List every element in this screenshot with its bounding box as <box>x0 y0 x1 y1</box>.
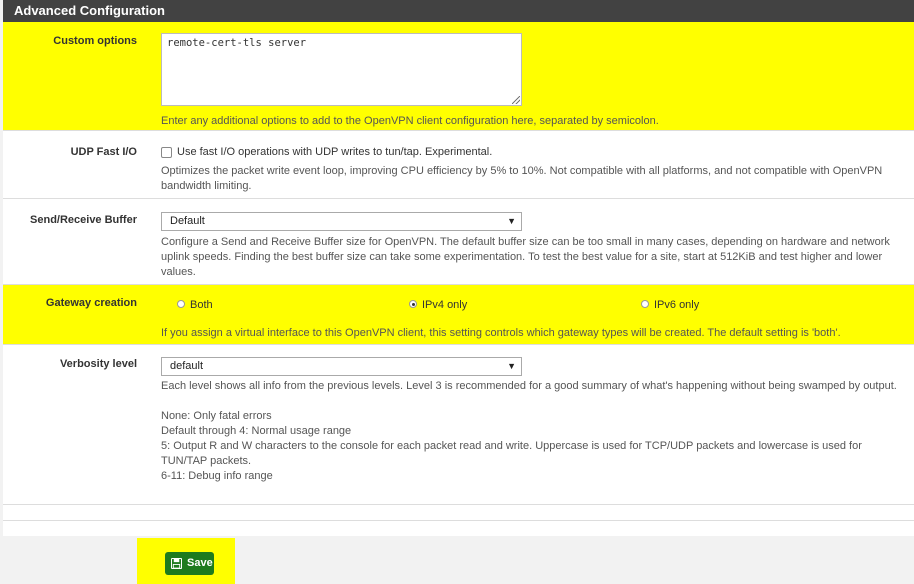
empty-row <box>3 505 914 521</box>
verbosity-select[interactable]: default ▼ <box>161 357 522 376</box>
verbosity-help-line: None: Only fatal errors <box>161 410 272 422</box>
verbosity-help-line: 6-11: Debug info range <box>161 470 273 482</box>
save-icon <box>171 558 182 569</box>
send-receive-buffer-value: Default <box>170 215 205 227</box>
gateway-ipv6-radio[interactable] <box>641 300 649 308</box>
panel-title: Advanced Configuration <box>3 0 914 22</box>
custom-options-label: Custom options <box>53 35 137 47</box>
custom-options-textarea[interactable]: remote-cert-tls server <box>161 33 522 106</box>
gateway-both-radio[interactable] <box>177 300 185 308</box>
custom-options-row: Custom options remote-cert-tls server En… <box>3 22 914 131</box>
resize-grip-icon[interactable] <box>512 96 520 104</box>
udp-fast-io-help: Optimizes the packet write event loop, i… <box>161 165 883 192</box>
gateway-ipv4-label[interactable]: IPv4 only <box>422 299 467 311</box>
advanced-configuration-panel: Advanced Configuration Custom options re… <box>3 0 914 536</box>
verbosity-help: Each level shows all info from the previ… <box>161 379 901 484</box>
send-receive-buffer-label: Send/Receive Buffer <box>30 214 137 226</box>
udp-fast-io-label: UDP Fast I/O <box>70 146 137 158</box>
save-area: Save <box>137 538 235 584</box>
verbosity-label: Verbosity level <box>59 358 137 370</box>
send-receive-buffer-row: Send/Receive Buffer Default ▼ Configure … <box>3 199 914 285</box>
save-button-label: Save <box>187 557 213 569</box>
udp-fast-io-checkbox-label[interactable]: Use fast I/O operations with UDP writes … <box>177 146 492 158</box>
udp-fast-io-row: UDP Fast I/O Use fast I/O operations wit… <box>3 131 914 199</box>
verbosity-help-line: 5: Output R and W characters to the cons… <box>161 440 862 467</box>
udp-fast-io-checkbox[interactable] <box>161 147 172 158</box>
gateway-creation-label: Gateway creation <box>45 297 137 309</box>
gateway-ipv6-label[interactable]: IPv6 only <box>654 299 699 311</box>
gateway-both-label[interactable]: Both <box>190 299 213 311</box>
gateway-creation-row: Gateway creation Both IPv4 only IPv6 onl… <box>3 285 914 345</box>
verbosity-help-spacer <box>161 394 901 409</box>
save-button[interactable]: Save <box>165 552 214 575</box>
send-receive-buffer-select[interactable]: Default ▼ <box>161 212 522 231</box>
send-receive-buffer-help: Configure a Send and Receive Buffer size… <box>161 236 890 278</box>
dropdown-arrow-icon: ▼ <box>507 216 516 226</box>
gateway-creation-help: If you assign a virtual interface to thi… <box>161 327 841 339</box>
custom-options-help: Enter any additional options to add to t… <box>161 115 659 127</box>
verbosity-row: Verbosity level default ▼ Each level sho… <box>3 345 914 505</box>
dropdown-arrow-icon: ▼ <box>507 361 516 371</box>
verbosity-value: default <box>170 360 204 372</box>
gateway-ipv4-radio[interactable] <box>409 300 417 308</box>
custom-options-value: remote-cert-tls server <box>167 37 307 49</box>
verbosity-help-line: Default through 4: Normal usage range <box>161 425 352 437</box>
verbosity-help-line: Each level shows all info from the previ… <box>161 380 897 392</box>
